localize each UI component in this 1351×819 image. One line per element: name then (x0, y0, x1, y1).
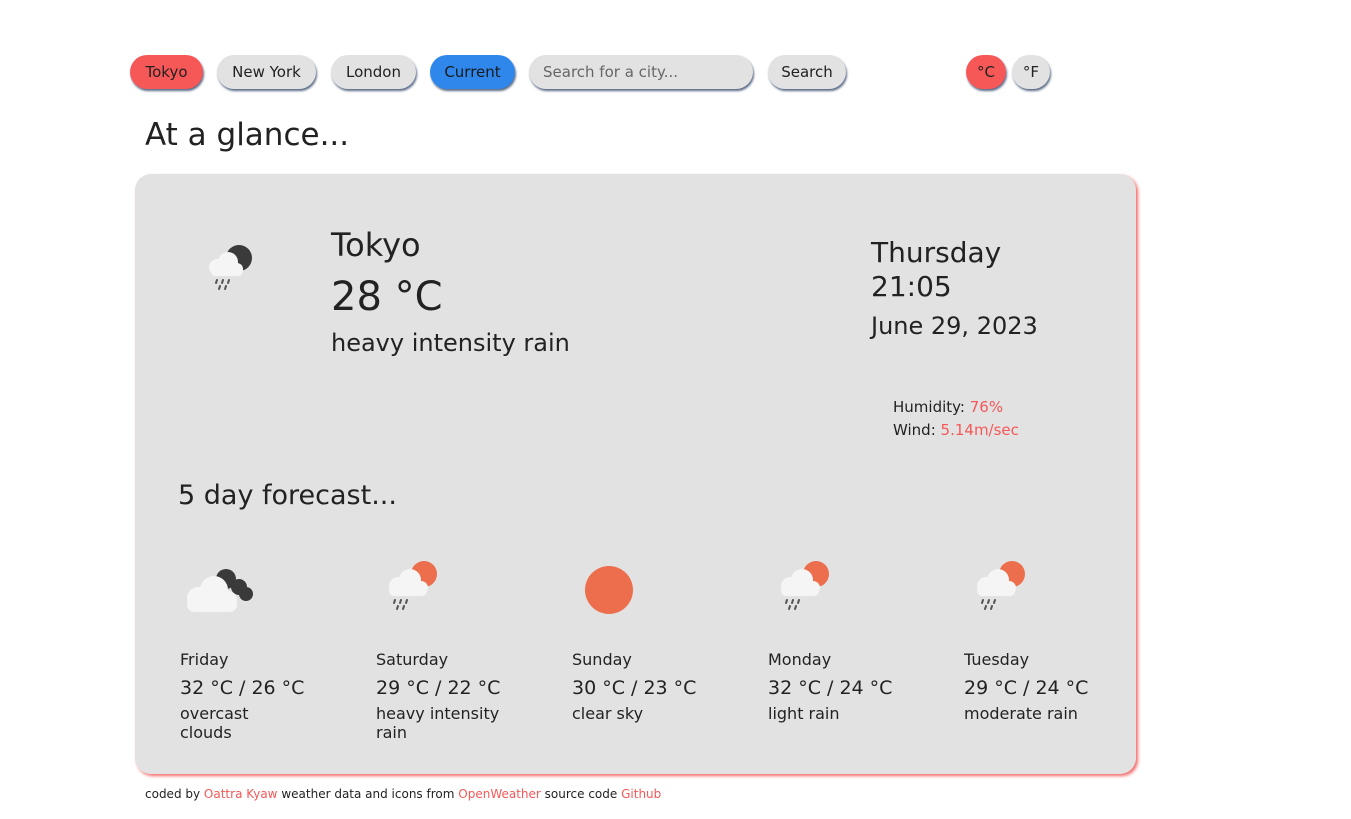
humidity-value: 76% (969, 398, 1004, 416)
glance-heading: At a glance... (145, 117, 350, 153)
forecast-day: Sunday 30 °C / 23 °C clear sky (572, 560, 732, 723)
forecast-temps: 29 °C / 22 °C (376, 677, 501, 699)
city-name: Tokyo (331, 226, 421, 264)
search-button[interactable]: Search (768, 55, 846, 89)
unit-celsius-button[interactable]: °C (966, 55, 1006, 89)
openweather-link[interactable]: OpenWeather (458, 787, 541, 801)
weather-description: heavy intensity rain (331, 329, 570, 357)
city-button-new-york[interactable]: New York (217, 55, 316, 89)
footer-coded-by-text: coded by (145, 787, 201, 801)
rain-cloud-sun-icon (389, 561, 437, 610)
forecast-temps: 29 °C / 24 °C (964, 677, 1089, 699)
rain-cloud-night-icon (209, 245, 252, 290)
wind-value: 5.14m/sec (940, 421, 1019, 439)
forecast-heading: 5 day forecast... (178, 480, 397, 511)
current-day: Thursday (871, 236, 1002, 269)
humidity-row: Humidity: 76% (893, 396, 1019, 419)
forecast-desc: light rain (768, 704, 840, 723)
footer-data-text: weather data and icons from (281, 787, 455, 801)
forecast-day-name: Sunday (572, 650, 632, 669)
toolbar: Tokyo New York London Current Search °C … (130, 55, 1130, 91)
author-link[interactable]: Oattra Kyaw (204, 787, 278, 801)
weather-stats: Humidity: 76% Wind: 5.14m/sec (893, 396, 1019, 442)
current-date: June 29, 2023 (871, 312, 1038, 340)
forecast-desc: overcast clouds (180, 704, 249, 742)
unit-fahrenheit-button[interactable]: °F (1012, 55, 1050, 89)
city-search-input[interactable] (529, 55, 753, 89)
city-button-london[interactable]: London (331, 55, 416, 89)
forecast-temps: 32 °C / 24 °C (768, 677, 893, 699)
footer-source-text: source code (544, 787, 618, 801)
forecast-day: Tuesday 29 °C / 24 °C moderate rain (964, 560, 1124, 723)
current-location-button[interactable]: Current (430, 55, 515, 89)
humidity-label: Humidity: (893, 398, 965, 416)
overcast-clouds-icon (187, 569, 253, 612)
forecast-temps: 30 °C / 23 °C (572, 677, 697, 699)
rain-cloud-sun-icon (781, 561, 829, 610)
footer: coded by Oattra Kyaw weather data and ic… (145, 787, 661, 801)
weather-card: Tokyo 28 °C heavy intensity rain Thursda… (135, 174, 1136, 774)
forecast-day-name: Saturday (376, 650, 449, 669)
forecast-day: Friday 32 °C / 26 °C overcast clouds (180, 560, 340, 742)
forecast-day-name: Friday (180, 650, 229, 669)
forecast-temps: 32 °C / 26 °C (180, 677, 305, 699)
forecast-day-name: Tuesday (964, 650, 1030, 669)
forecast-desc: heavy intensity rain (376, 704, 500, 742)
forecast-desc: moderate rain (964, 704, 1078, 723)
forecast-day: Saturday 29 °C / 22 °C heavy intensity r… (376, 560, 536, 742)
wind-label: Wind: (893, 421, 936, 439)
sun-icon (585, 566, 633, 614)
wind-row: Wind: 5.14m/sec (893, 419, 1019, 442)
forecast-day-name: Monday (768, 650, 832, 669)
city-button-tokyo[interactable]: Tokyo (130, 55, 203, 89)
forecast-desc: clear sky (572, 704, 644, 723)
current-time: 21:05 (871, 270, 952, 303)
github-link[interactable]: Github (621, 787, 661, 801)
current-temperature: 28 °C (331, 274, 443, 320)
rain-cloud-sun-icon (977, 561, 1025, 610)
forecast-day: Monday 32 °C / 24 °C light rain (768, 560, 928, 723)
